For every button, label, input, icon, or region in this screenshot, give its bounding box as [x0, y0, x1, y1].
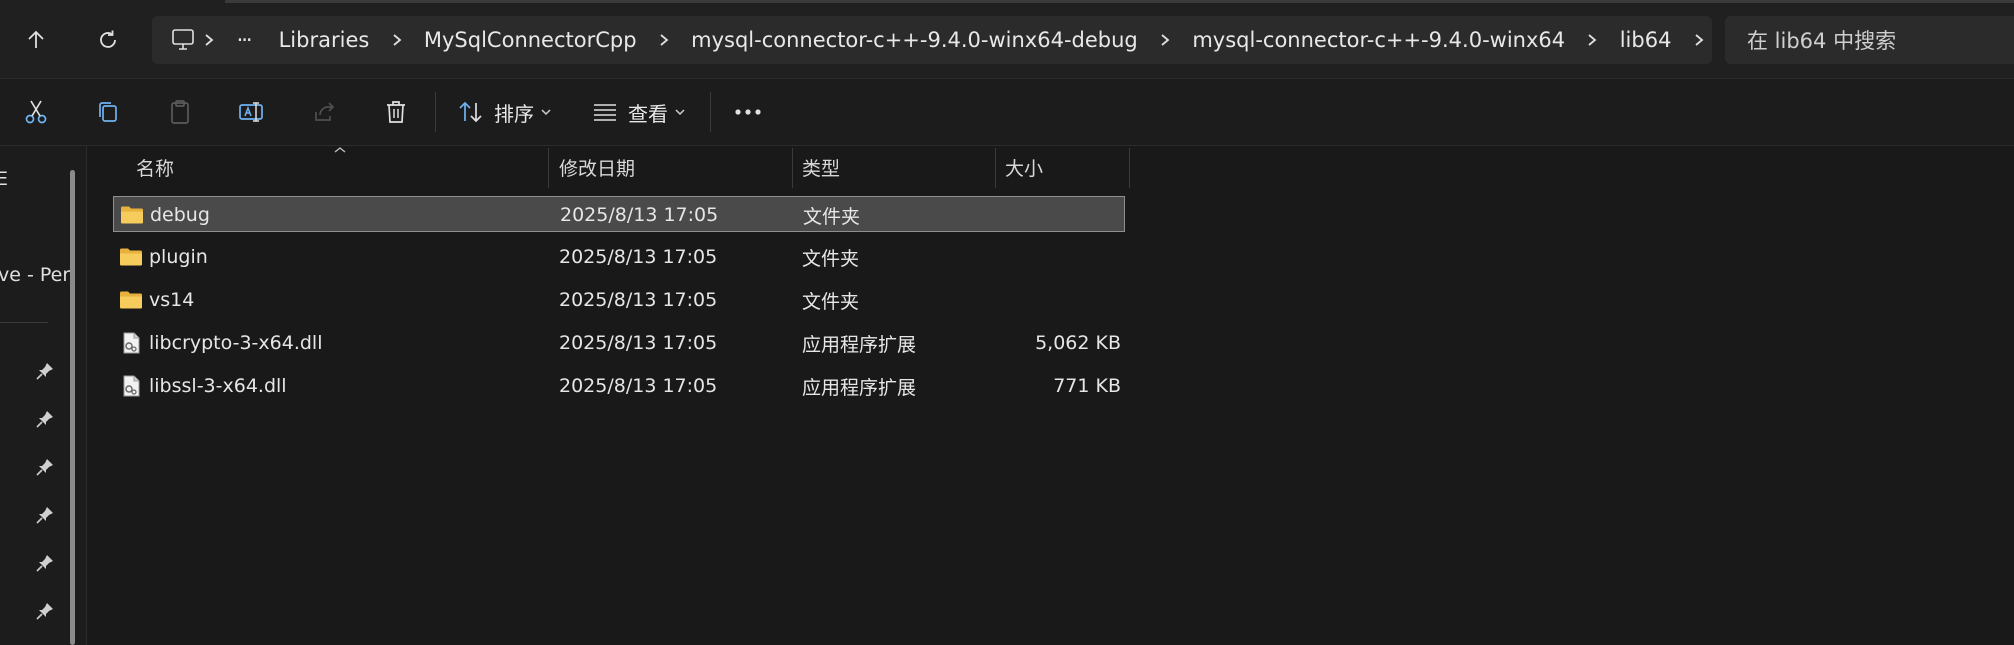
chevron-right-icon[interactable]	[651, 33, 678, 47]
column-resize-handle[interactable]	[1129, 148, 1130, 188]
column-resize-handle[interactable]	[995, 148, 996, 188]
search-input[interactable]: 在 lib64 中搜索	[1725, 16, 2014, 64]
clipboard-icon	[171, 100, 189, 124]
arrow-up-icon	[28, 30, 44, 48]
refresh-icon	[100, 30, 116, 48]
file-name: plugin	[149, 246, 208, 268]
breadcrumb-overflow[interactable]: ···	[223, 28, 265, 52]
file-modified: 2025/8/13 17:05	[560, 204, 719, 226]
copy-button[interactable]	[86, 88, 130, 136]
file-row-libcrypto[interactable]: libcrypto-3-x64.dll 2025/8/13 17:05 应用程序…	[113, 325, 1211, 361]
file-modified: 2025/8/13 17:05	[559, 289, 718, 311]
trash-icon	[387, 101, 405, 123]
sort-button[interactable]: 排序	[458, 88, 558, 136]
cut-button[interactable]	[14, 88, 58, 136]
file-type: 文件夹	[803, 205, 861, 228]
file-row-vs14[interactable]: vs14 2025/8/13 17:05 文件夹	[113, 282, 1211, 318]
folder-icon	[121, 206, 143, 224]
up-button[interactable]	[16, 20, 56, 60]
file-modified: 2025/8/13 17:05	[559, 246, 718, 268]
column-header-name-label: 名称	[136, 157, 175, 180]
breadcrumb-item-connector[interactable]: mysql-connector-c++-9.4.0-winx64	[1178, 28, 1579, 52]
file-row-plugin[interactable]: plugin 2025/8/13 17:05 文件夹	[113, 239, 1211, 275]
chevron-right-icon[interactable]	[196, 33, 223, 47]
nav-scrollbar[interactable]	[70, 170, 75, 645]
rename-icon	[239, 102, 263, 122]
dll-file-icon	[123, 375, 140, 397]
column-header-name[interactable]: 名称	[136, 146, 416, 188]
column-resize-handle[interactable]	[792, 148, 793, 188]
list-view-icon	[594, 104, 616, 121]
more-icon	[735, 109, 761, 115]
file-name: libssl-3-x64.dll	[149, 375, 287, 397]
pin-icon[interactable]	[36, 554, 54, 572]
file-row-libssl[interactable]: libssl-3-x64.dll 2025/8/13 17:05 应用程序扩展 …	[113, 368, 1211, 404]
pin-icon[interactable]	[36, 362, 54, 380]
breadcrumb-item-libraries[interactable]: Libraries	[265, 28, 384, 52]
column-header-size[interactable]: 大小	[1005, 146, 1125, 188]
column-header-size-label: 大小	[1005, 157, 1044, 180]
delete-button[interactable]	[374, 88, 418, 136]
file-type: 应用程序扩展	[802, 333, 917, 356]
more-options-button[interactable]	[728, 88, 768, 136]
pin-icon[interactable]	[36, 410, 54, 428]
pin-icon[interactable]	[36, 602, 54, 620]
file-list: 名称 修改日期 类型 大小 debug 2025/8/13 17:05 文件夹 …	[87, 146, 2014, 645]
column-header-modified[interactable]: 修改日期	[559, 146, 789, 188]
nav-item-onedrive-partial[interactable]: ve - Per	[0, 264, 70, 286]
file-type: 文件夹	[802, 290, 860, 313]
column-header-modified-label: 修改日期	[559, 157, 636, 180]
file-name: debug	[150, 204, 210, 226]
file-size: 5,062 KB	[1035, 332, 1121, 354]
pin-icon[interactable]	[36, 458, 54, 476]
chevron-down-icon	[541, 109, 551, 116]
chevron-right-icon[interactable]	[1579, 33, 1606, 47]
file-row-debug[interactable]: debug 2025/8/13 17:05 文件夹	[113, 196, 1125, 232]
sort-icon	[459, 101, 482, 123]
view-button[interactable]: 查看	[592, 88, 692, 136]
view-label: 查看	[628, 101, 668, 126]
file-type: 文件夹	[802, 247, 860, 270]
nav-item-partial[interactable]: E	[0, 168, 8, 190]
column-header-type-label: 类型	[802, 157, 841, 180]
folder-icon	[120, 248, 142, 266]
sort-label: 排序	[494, 101, 534, 126]
refresh-button[interactable]	[88, 20, 128, 60]
this-pc-icon[interactable]	[170, 28, 196, 52]
window-top-edge	[225, 0, 2014, 3]
breadcrumb-item-lib64[interactable]: lib64	[1606, 28, 1686, 52]
breadcrumb[interactable]: ··· Libraries MySqlConnectorCpp mysql-co…	[152, 16, 1712, 64]
breadcrumb-item-mysqlconnectorcpp[interactable]: MySqlConnectorCpp	[410, 28, 651, 52]
dll-file-icon	[123, 332, 140, 354]
toolbar-divider	[435, 92, 436, 132]
share-icon	[315, 102, 335, 121]
share-button[interactable]	[302, 88, 346, 136]
search-placeholder: 在 lib64 中搜索	[1747, 29, 1897, 53]
chevron-down-icon	[675, 109, 685, 116]
file-name: libcrypto-3-x64.dll	[149, 332, 323, 354]
rename-button[interactable]	[230, 88, 274, 136]
chevron-right-icon[interactable]	[1685, 33, 1712, 47]
nav-divider	[0, 322, 48, 323]
column-header-type[interactable]: 类型	[802, 146, 992, 188]
toolbar-divider	[710, 92, 711, 132]
column-resize-handle[interactable]	[548, 148, 549, 188]
paste-button[interactable]	[158, 88, 202, 136]
scissors-icon	[25, 100, 47, 124]
file-name: vs14	[149, 289, 195, 311]
chevron-right-icon[interactable]	[1152, 33, 1179, 47]
file-modified: 2025/8/13 17:05	[559, 332, 718, 354]
chevron-right-icon[interactable]	[383, 33, 410, 47]
copy-icon	[99, 102, 117, 122]
folder-icon	[120, 291, 142, 309]
pin-icon[interactable]	[36, 506, 54, 524]
breadcrumb-item-connector-debug[interactable]: mysql-connector-c++-9.4.0-winx64-debug	[677, 28, 1152, 52]
file-modified: 2025/8/13 17:05	[559, 375, 718, 397]
file-size: 771 KB	[1053, 375, 1121, 397]
file-type: 应用程序扩展	[802, 376, 917, 399]
